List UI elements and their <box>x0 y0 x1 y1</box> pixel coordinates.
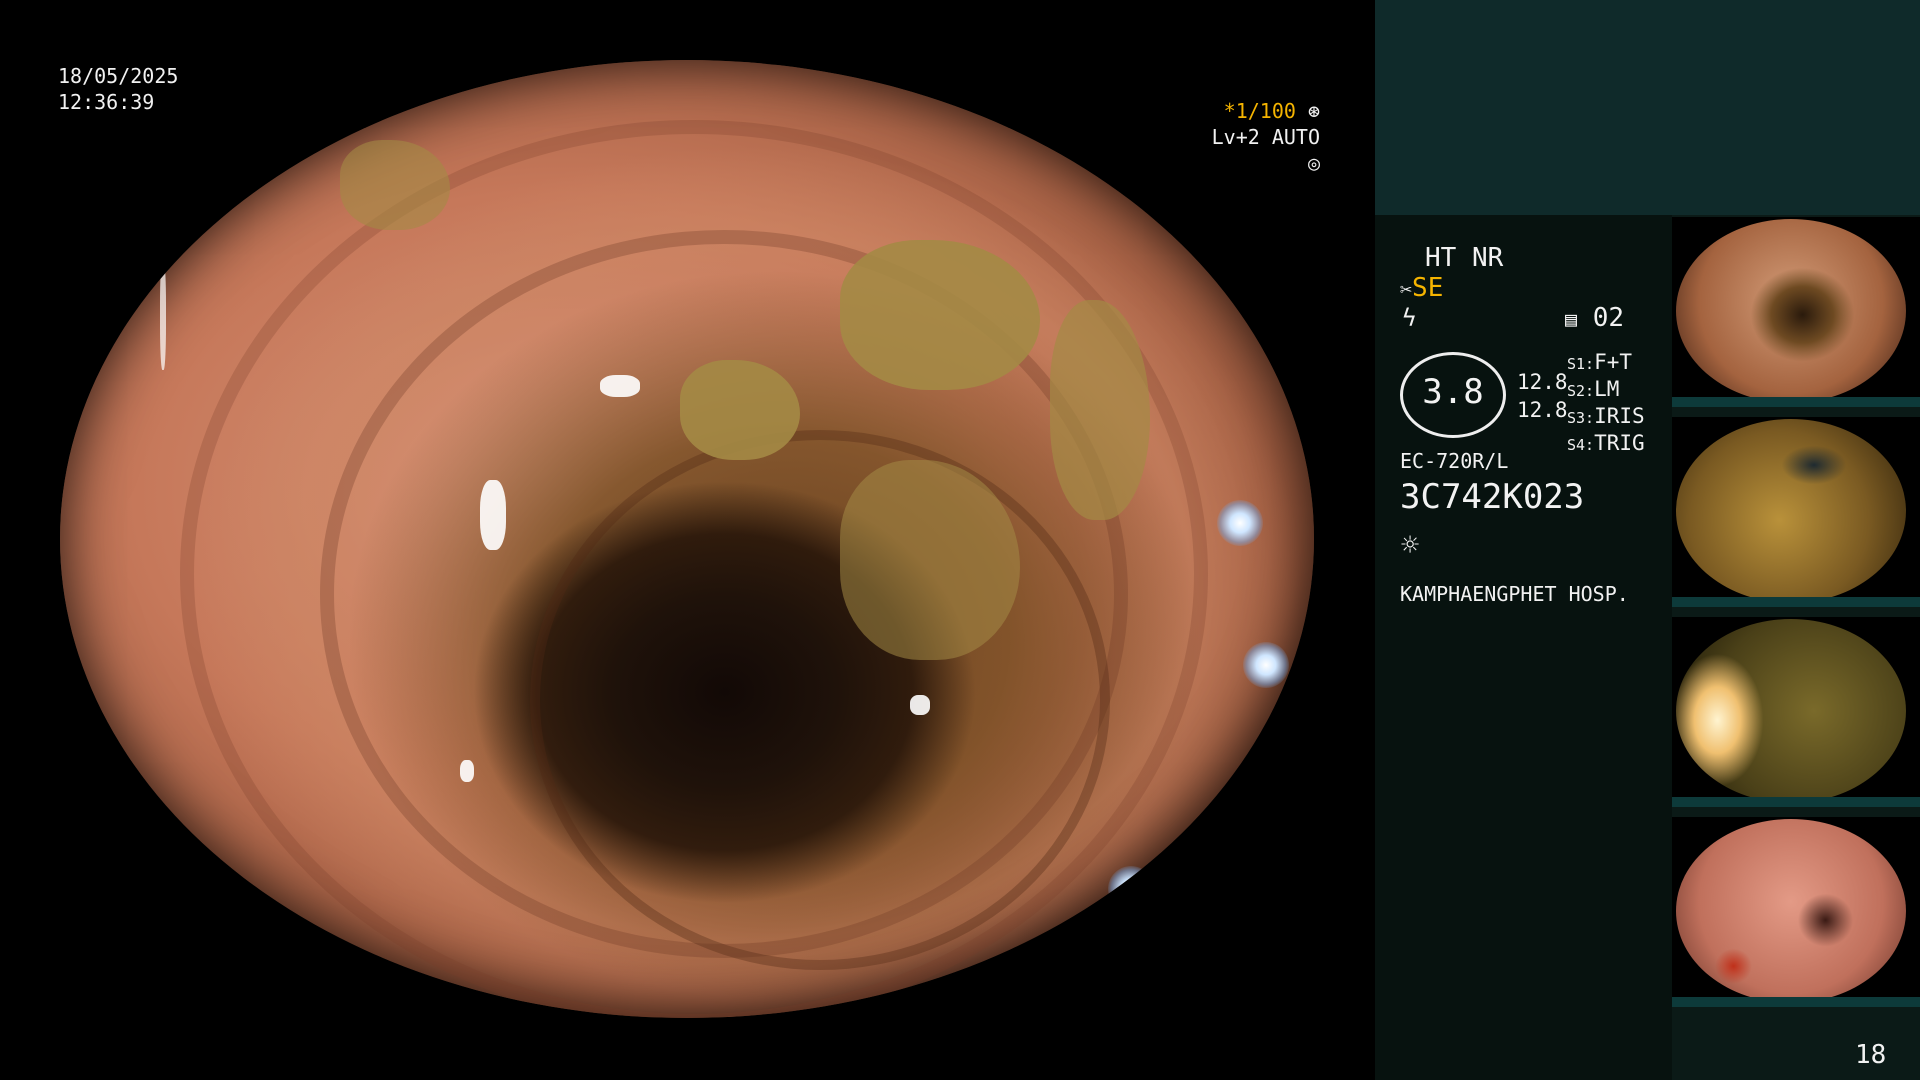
thumbnail-image <box>1676 819 1906 1003</box>
specular-highlight <box>480 480 506 550</box>
memo-row: ▤ 02 <box>1565 303 1624 333</box>
info-panel <box>1375 215 1672 1080</box>
panel-header-area <box>1375 0 1920 215</box>
thumbnail-footer <box>1672 597 1920 607</box>
memo-number: 02 <box>1592 303 1625 333</box>
mucosal-fold <box>530 430 1110 970</box>
thumbnail-image <box>1676 419 1906 603</box>
value-b: 12.8 <box>1517 398 1568 422</box>
specular-highlight <box>910 695 930 715</box>
instrument-light-reflection <box>1108 866 1154 912</box>
s1-value: F+T <box>1594 350 1633 374</box>
hospital-name: KAMPHAENGPHET HOSP. <box>1400 582 1629 606</box>
thumbnail-footer <box>1672 397 1920 407</box>
s4-label: S4: <box>1567 436 1595 454</box>
endoscopy-main-view <box>60 60 1314 1018</box>
se-row: ✂SE <box>1400 273 1443 303</box>
aperture-icon: ⊛ <box>1307 99 1320 123</box>
thumbnail-footer <box>1672 797 1920 807</box>
thumbnail-footer <box>1672 997 1920 1007</box>
captured-thumbnails <box>1672 215 1920 1080</box>
specular-highlight <box>460 760 474 782</box>
s4-value: TRIG <box>1594 431 1645 455</box>
thumbnail-2[interactable] <box>1672 417 1920 607</box>
s1-label: S1: <box>1567 355 1595 373</box>
scope-model: EC-720R/L <box>1400 449 1509 473</box>
time-label: 12:36:39 <box>58 90 155 114</box>
s3-value: IRIS <box>1594 404 1645 428</box>
thumbnail-image <box>1676 219 1906 403</box>
se-label: SE <box>1412 273 1444 303</box>
level-label: Lv+2 AUTO <box>1211 125 1320 149</box>
s3-label: S3: <box>1567 409 1595 427</box>
instrument-light-reflection <box>1243 642 1289 688</box>
thumbnail-4[interactable] <box>1672 817 1920 1007</box>
memo-icon: ▤ <box>1565 307 1578 331</box>
ht-nr-label: HT NR <box>1425 243 1504 273</box>
auto-exposure-icon: ◎ <box>1307 151 1320 175</box>
instrument-light-reflection <box>1217 500 1263 546</box>
specular-highlight <box>600 375 640 397</box>
exposure-info: *1/100 ⊛ Lv+2 AUTO ◎ <box>1190 98 1320 176</box>
thumbnail-3[interactable] <box>1672 617 1920 807</box>
s2-value: LM <box>1594 377 1620 401</box>
page-number: 18 <box>1855 1040 1887 1070</box>
debris-patch <box>1050 300 1150 520</box>
debris-patch <box>340 140 450 230</box>
light-source-icon: ☼ <box>1401 528 1420 563</box>
timestamp: 18/05/2025 12:36:39 <box>58 63 178 115</box>
scope-serial: 3C742K023 <box>1400 477 1585 517</box>
specular-highlight <box>160 260 166 370</box>
thumbnail-1[interactable] <box>1672 217 1920 407</box>
zoom-value: 3.8 <box>1422 372 1484 412</box>
s2-label: S2: <box>1567 382 1595 400</box>
shutter-label: *1/100 <box>1223 99 1296 123</box>
lightning-icon: ϟ <box>1402 304 1417 332</box>
thumbnail-image <box>1676 619 1906 803</box>
date-label: 18/05/2025 <box>58 64 179 88</box>
scissors-icon: ✂ <box>1400 277 1413 301</box>
value-a: 12.8 <box>1517 370 1568 394</box>
switch-settings: S1:F+T S2:LM S3:IRIS S4:TRIG <box>1567 350 1645 458</box>
